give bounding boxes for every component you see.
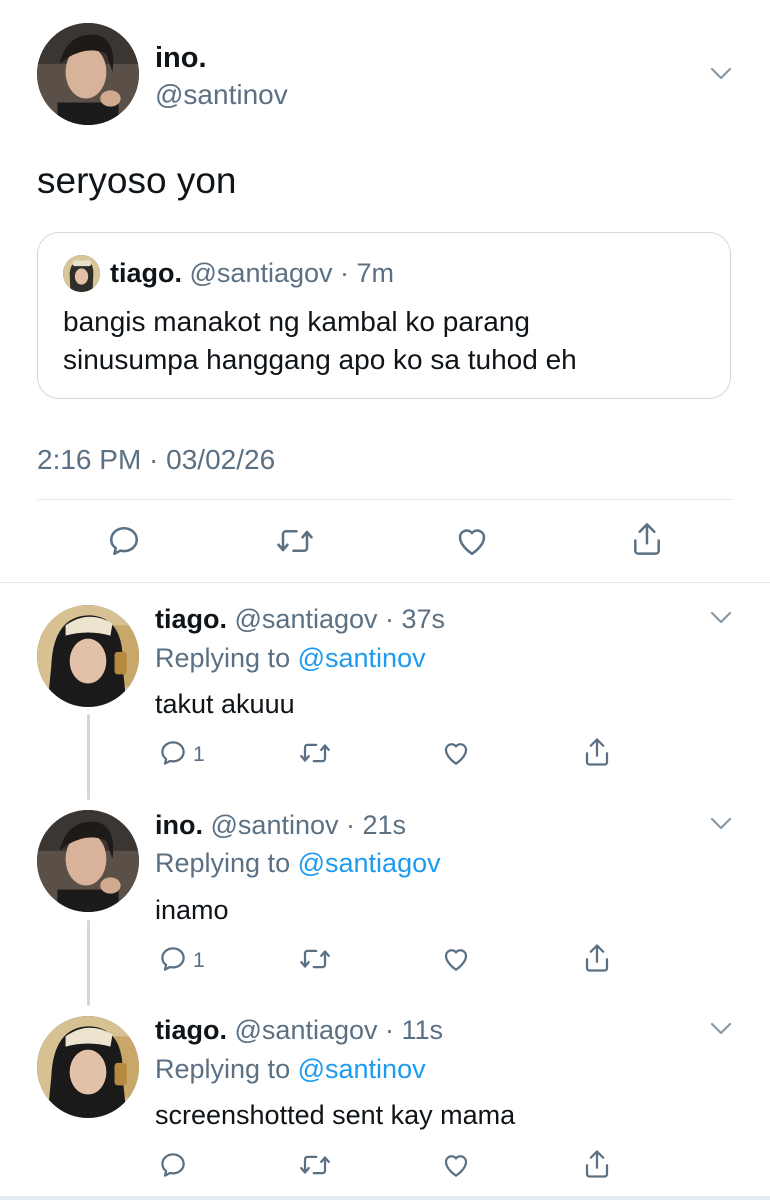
avatar[interactable]: [37, 810, 139, 912]
reply-time: · 11s: [385, 1015, 444, 1045]
tweet-text: seryoso yon: [37, 160, 237, 201]
retweet-icon[interactable]: [298, 738, 332, 768]
reply-author-name[interactable]: tiago.: [155, 1015, 227, 1045]
retweet-icon[interactable]: [298, 1150, 332, 1180]
share-icon[interactable]: [582, 735, 612, 769]
chevron-down-icon[interactable]: [708, 60, 734, 86]
retweet-icon[interactable]: [298, 944, 332, 974]
quote-avatar: [63, 255, 100, 292]
quote-author-handle[interactable]: @santiagov: [190, 258, 333, 288]
reply-author-handle[interactable]: @santiagov: [235, 1015, 378, 1045]
bottom-edge: [0, 1196, 770, 1200]
reply-icon[interactable]: [158, 738, 188, 768]
reply-icon[interactable]: [106, 523, 142, 559]
section-divider: [0, 582, 770, 583]
reply-time: · 37s: [385, 604, 446, 634]
share-icon[interactable]: [582, 1147, 612, 1181]
like-icon[interactable]: [440, 1150, 472, 1180]
reply-author-handle[interactable]: @santinov: [211, 810, 339, 840]
replying-to-link[interactable]: @santiagov: [298, 848, 441, 878]
reply-time: · 21s: [346, 810, 407, 840]
quote-author-name[interactable]: tiago.: [110, 258, 182, 288]
like-icon[interactable]: [440, 944, 472, 974]
chevron-down-icon[interactable]: [708, 604, 734, 630]
quote-text-line-1: bangis manakot ng kambal ko parang: [63, 306, 530, 337]
replying-to-link[interactable]: @santinov: [298, 643, 426, 673]
avatar[interactable]: [37, 1016, 139, 1118]
tweet-timestamp[interactable]: 2:16 PM · 03/02/26: [37, 444, 275, 476]
author-name[interactable]: ino.: [155, 42, 207, 75]
author-handle[interactable]: @santinov: [155, 79, 288, 111]
quote-time: · 7m: [340, 258, 395, 288]
reply-author-name[interactable]: ino.: [155, 810, 203, 840]
reply-count: 1: [193, 949, 205, 972]
quote-text-line-2: sinusumpa hanggang apo ko sa tuhod eh: [63, 344, 577, 375]
share-icon[interactable]: [582, 941, 612, 975]
reply-icon[interactable]: [158, 1150, 188, 1180]
like-icon[interactable]: [440, 738, 472, 768]
thread-line: [87, 714, 90, 800]
avatar[interactable]: [37, 605, 139, 707]
reply-text: takut akuuu: [155, 689, 295, 719]
reply-author-handle[interactable]: @santiagov: [235, 604, 378, 634]
reply-text: screenshotted sent kay mama: [155, 1100, 516, 1130]
reply-icon[interactable]: [158, 944, 188, 974]
retweet-icon[interactable]: [275, 523, 315, 559]
share-icon[interactable]: [629, 520, 665, 558]
replying-to-label: Replying to: [155, 1054, 291, 1084]
reply-text: inamo: [155, 895, 229, 925]
chevron-down-icon[interactable]: [708, 1015, 734, 1041]
chevron-down-icon[interactable]: [708, 810, 734, 836]
thread-line: [87, 920, 90, 1006]
replying-to-label: Replying to: [155, 848, 291, 878]
reply-author-name[interactable]: tiago.: [155, 604, 227, 634]
replying-to-label: Replying to: [155, 643, 291, 673]
divider: [37, 499, 733, 500]
avatar[interactable]: [37, 23, 139, 125]
replying-to-link[interactable]: @santinov: [298, 1054, 426, 1084]
like-icon[interactable]: [453, 523, 491, 559]
reply-count: 1: [193, 743, 205, 766]
